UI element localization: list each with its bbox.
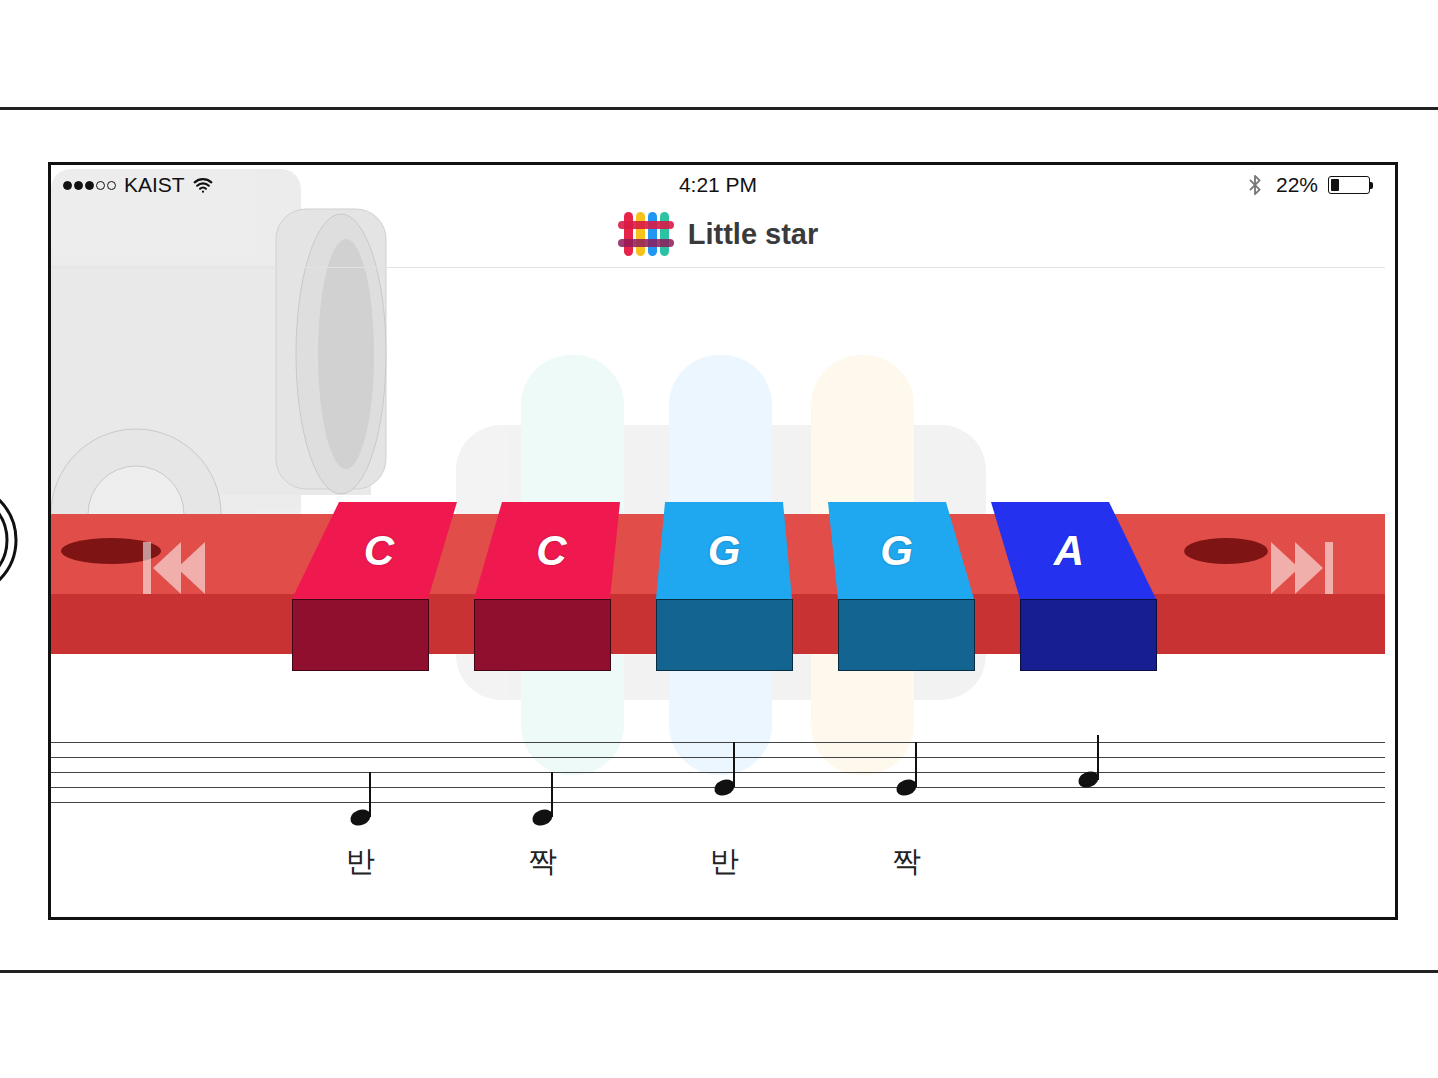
staff-line (51, 802, 1385, 803)
note (997, 742, 1179, 803)
pipe-icon (51, 169, 396, 549)
signal-icon (63, 181, 116, 190)
lyric: 반 (633, 843, 815, 879)
note (269, 742, 451, 803)
page: KAIST4:21 PM22%Little starCCGGA반짝반짝 (0, 0, 1438, 1078)
block-label: C (536, 527, 566, 575)
lyrics-row: 반짝반짝 (51, 843, 1385, 879)
signal-dot (96, 181, 105, 190)
song-title: Little star (688, 218, 819, 251)
signal-dot (63, 181, 72, 190)
battery-fill (1331, 179, 1339, 191)
lyric: 반 (269, 843, 451, 879)
signal-dot (107, 181, 116, 190)
staff-line (51, 757, 1385, 758)
note-block[interactable]: A (997, 502, 1179, 672)
app-logo-icon (618, 212, 674, 256)
signal-dot (85, 181, 94, 190)
next-icon[interactable] (1265, 536, 1341, 600)
note (815, 742, 997, 803)
staff-line (51, 772, 1385, 773)
staff-line (51, 742, 1385, 743)
lyric: 짝 (815, 843, 997, 879)
note-block[interactable]: G (815, 502, 997, 672)
battery-icon (1328, 176, 1373, 194)
track: CCGGA (51, 502, 1385, 672)
music-staff (51, 742, 1385, 803)
clock: 4:21 PM (679, 173, 757, 197)
lyric: 짝 (451, 843, 633, 879)
phone-screen: KAIST4:21 PM22%Little starCCGGA반짝반짝 (48, 162, 1398, 920)
previous-icon[interactable] (135, 536, 211, 600)
block-label: A (1054, 527, 1084, 575)
title-bar: Little star (51, 205, 1385, 268)
battery-percent: 22% (1276, 173, 1318, 197)
status-bar: KAIST 4:21 PM 22% (51, 165, 1395, 205)
phone-body: KAIST4:21 PM22%Little starCCGGA반짝반짝 (0, 107, 1438, 973)
note-block[interactable]: C (269, 502, 451, 672)
track-hole (1184, 538, 1268, 564)
bluetooth-icon (1244, 174, 1266, 196)
note-block[interactable]: C (451, 502, 633, 672)
block-label: G (708, 527, 741, 575)
wifi-icon (193, 175, 213, 195)
note (633, 742, 815, 803)
carrier: KAIST (124, 173, 185, 197)
signal-dot (74, 181, 83, 190)
block-label: G (880, 527, 913, 575)
note-block[interactable]: G (633, 502, 815, 672)
note (451, 742, 633, 803)
play-area: CCGGA반짝반짝 (51, 268, 1385, 917)
home-button-icon[interactable] (0, 470, 20, 610)
block-label: C (364, 527, 394, 575)
